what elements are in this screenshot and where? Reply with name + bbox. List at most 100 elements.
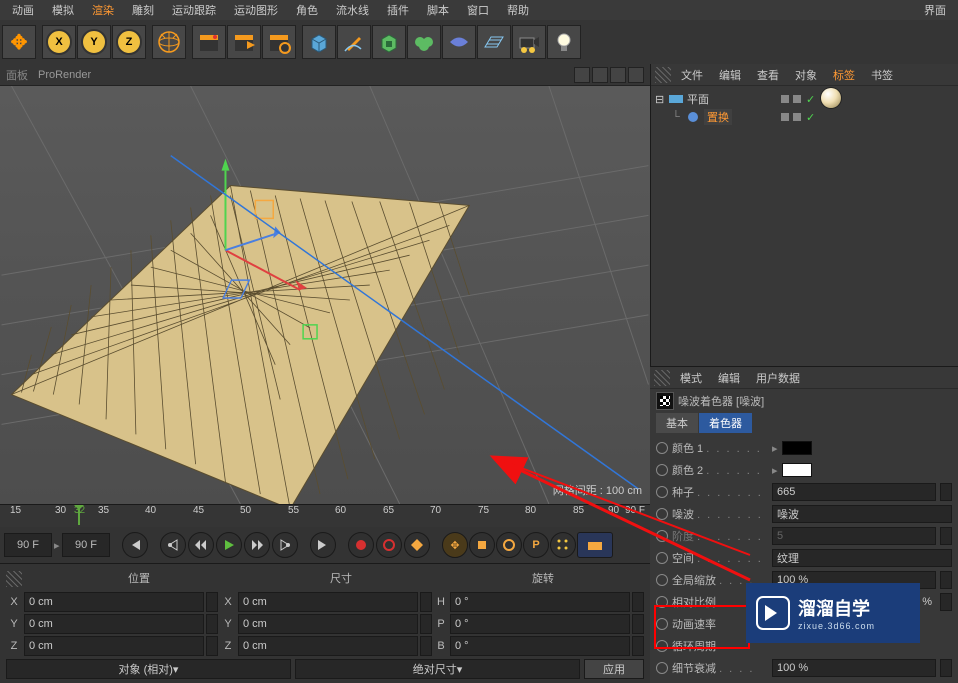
timeline: 15 30 32 35 40 45 50 55 60 65 70 75 80 8… [0, 504, 650, 563]
menu-plugins[interactable]: 插件 [379, 0, 417, 20]
menu-sculpt[interactable]: 雕刻 [124, 0, 162, 20]
panel-label[interactable]: 面板 [6, 67, 28, 83]
size-z-input[interactable] [238, 636, 418, 656]
menu-track[interactable]: 运动跟踪 [164, 0, 224, 20]
prev-frame-button[interactable] [188, 532, 214, 558]
om-bookmarks[interactable]: 书签 [865, 65, 899, 85]
pos-x-input[interactable] [24, 592, 204, 612]
menu-script[interactable]: 脚本 [419, 0, 457, 20]
size-y-input[interactable] [238, 614, 418, 634]
renderer-name[interactable]: ProRender [38, 69, 91, 81]
material-preview-icon[interactable] [821, 88, 841, 108]
mode-move-button[interactable]: ✥ [442, 532, 468, 558]
time-marker[interactable] [78, 507, 80, 525]
om-file[interactable]: 文件 [675, 65, 709, 85]
object-tree[interactable]: ⊟ 平面 └ 置换 ✓ ✓ [651, 86, 958, 366]
size-mode-select[interactable]: 绝对尺寸 ▾ [295, 659, 580, 679]
tab-shader[interactable]: 着色器 [699, 413, 752, 433]
keysel-button[interactable] [404, 532, 430, 558]
om-view[interactable]: 查看 [751, 65, 785, 85]
om-object[interactable]: 对象 [789, 65, 823, 85]
rot-p-input[interactable] [450, 614, 630, 634]
goto-end-button[interactable] [310, 532, 336, 558]
menu-layout[interactable]: 界面 [916, 0, 954, 20]
axis-z-button[interactable]: Z [112, 25, 146, 59]
axis-y-button[interactable]: Y [77, 25, 111, 59]
mode-scale-button[interactable] [469, 532, 495, 558]
attr-title: 噪波着色器 [噪波] [678, 393, 764, 409]
mode-param-button[interactable]: P [523, 532, 549, 558]
seed-input[interactable]: 665 [772, 483, 936, 501]
record-button[interactable] [348, 532, 374, 558]
menu-character[interactable]: 角色 [288, 0, 326, 20]
viewport-header: 面板 ProRender [0, 64, 650, 86]
light-button[interactable] [547, 25, 581, 59]
am-edit[interactable]: 编辑 [712, 368, 746, 388]
collapse-icon[interactable]: ⊟ [655, 93, 665, 106]
time-ruler[interactable]: 15 30 32 35 40 45 50 55 60 65 70 75 80 8… [0, 505, 650, 527]
environment-button[interactable] [442, 25, 476, 59]
rot-b-input[interactable] [450, 636, 630, 656]
menu-pipeline[interactable]: 流水线 [328, 0, 377, 20]
render-view-button[interactable] [192, 25, 226, 59]
frame-end-input[interactable] [62, 533, 110, 557]
floor-button[interactable] [477, 25, 511, 59]
spline-pen-button[interactable] [337, 25, 371, 59]
am-mode[interactable]: 模式 [674, 368, 708, 388]
menu-help[interactable]: 帮助 [499, 0, 537, 20]
mode-anim-button[interactable] [577, 532, 613, 558]
prev-key-button[interactable] [160, 532, 186, 558]
play-button[interactable] [216, 532, 242, 558]
frame-start-input[interactable] [4, 533, 52, 557]
autokey-button[interactable] [376, 532, 402, 558]
mode-rotate-button[interactable] [496, 532, 522, 558]
noise-type-select[interactable]: 噪波 [772, 505, 952, 523]
render-pv-button[interactable] [227, 25, 261, 59]
om-tags[interactable]: 标签 [827, 65, 861, 85]
view-nav-1[interactable] [574, 67, 590, 83]
pos-z-input[interactable] [24, 636, 204, 656]
apply-button[interactable]: 应用 [584, 659, 644, 679]
3d-viewport[interactable]: 网格间距 : 100 cm [0, 86, 650, 504]
menu-render[interactable]: 渲染 [84, 0, 122, 20]
view-nav-4[interactable] [628, 67, 644, 83]
generator-button[interactable] [372, 25, 406, 59]
next-frame-button[interactable] [244, 532, 270, 558]
om-edit[interactable]: 编辑 [713, 65, 747, 85]
mode-pointlevel-button[interactable] [550, 532, 576, 558]
menu-anim[interactable]: 动画 [4, 0, 42, 20]
am-userdata[interactable]: 用户数据 [750, 368, 806, 388]
space-select[interactable]: 纹理 [772, 549, 952, 567]
clapper-icon [196, 29, 222, 55]
hatch-icon [6, 571, 22, 587]
next-key-button[interactable] [272, 532, 298, 558]
pos-y-input[interactable] [24, 614, 204, 634]
axis-x-button[interactable]: X [42, 25, 76, 59]
tab-basic[interactable]: 基本 [656, 413, 698, 433]
move-tool[interactable]: ✥ [2, 25, 36, 59]
render-settings-button[interactable] [262, 25, 296, 59]
detail-input[interactable]: 100 % [772, 659, 936, 677]
goto-start-button[interactable] [122, 532, 148, 558]
camera-button[interactable] [512, 25, 546, 59]
primitive-cube-button[interactable] [302, 25, 336, 59]
watermark: 溜溜自学 zixue.3d66.com [746, 583, 920, 643]
clapper-arrow-icon [231, 29, 257, 55]
clapper-gear-icon [266, 29, 292, 55]
viewport-scene [0, 86, 650, 504]
main-toolbar: ✥ X Y Z [0, 20, 958, 64]
view-nav-3[interactable] [610, 67, 626, 83]
color1-swatch[interactable] [782, 441, 812, 455]
color2-swatch[interactable] [782, 463, 812, 477]
rot-h-input[interactable] [450, 592, 630, 612]
coord-mode-select[interactable]: 对象 (相对) ▾ [6, 659, 291, 679]
view-nav-2[interactable] [592, 67, 608, 83]
object-manager: 文件 编辑 查看 对象 标签 书签 ⊟ 平面 └ 置换 [650, 64, 958, 366]
deformer-button[interactable] [407, 25, 441, 59]
coord-system-button[interactable] [152, 25, 186, 59]
size-x-input[interactable] [238, 592, 418, 612]
menu-mograph[interactable]: 运动图形 [226, 0, 286, 20]
col-rotation: 旋转 [442, 570, 644, 586]
menu-sim[interactable]: 模拟 [44, 0, 82, 20]
menu-window[interactable]: 窗口 [459, 0, 497, 20]
